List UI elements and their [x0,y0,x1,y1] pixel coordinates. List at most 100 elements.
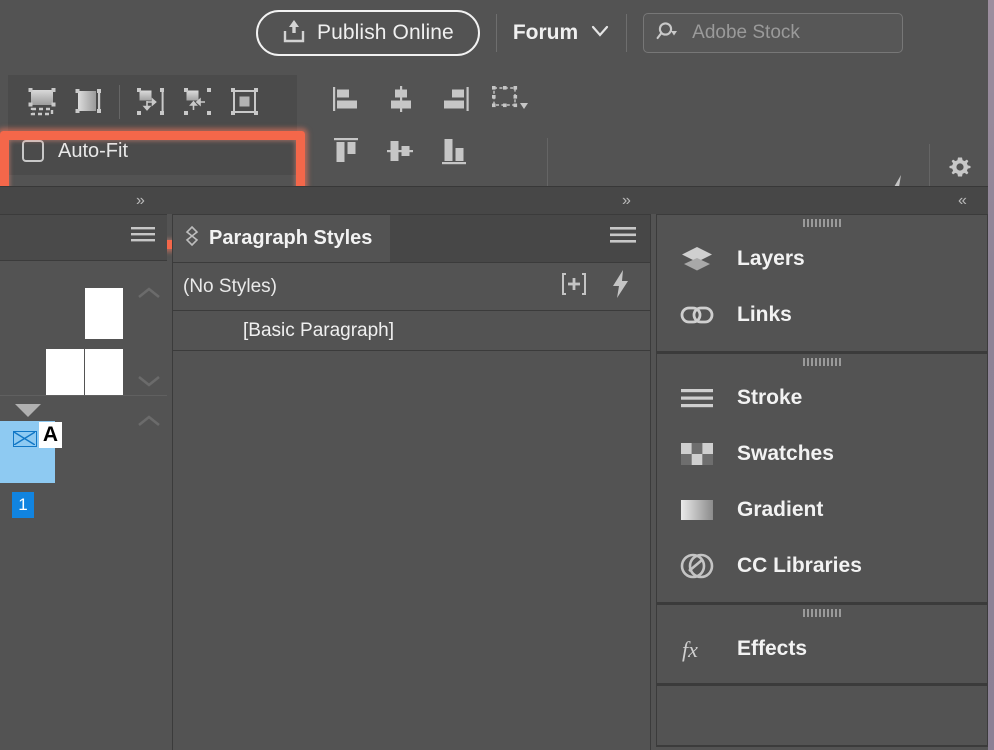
application-bar: Publish Online Forum Adobe Stock [0,0,994,66]
publish-upload-icon [282,18,306,49]
current-style-row: (No Styles) [173,263,650,311]
new-style-group-icon[interactable] [560,271,588,302]
scroll-up-chevron-icon[interactable] [136,283,162,306]
paragraph-style-label: [Basic Paragraph] [243,319,395,341]
paragraph-styles-panel: Paragraph Styles (No Styles) [Basic Para… [172,214,651,750]
fx-effects-icon: fx [679,635,715,663]
search-icon [656,21,682,46]
master-label-badge: A [39,422,62,448]
svg-text:fx: fx [682,637,698,662]
dock-group-layers: Layers Links [656,214,988,353]
dock-item-swatches-label: Swatches [737,442,834,465]
adobe-stock-search-input[interactable]: Adobe Stock [643,13,904,53]
dock-item-layers-label: Layers [737,247,805,270]
cc-libraries-icon [679,551,715,581]
center-content-icon[interactable] [221,80,268,124]
quick-apply-lightning-icon[interactable] [610,269,632,304]
align-vertical-centers-icon[interactable] [374,128,428,174]
paragraph-styles-tabbar-filler [390,215,650,262]
current-style-actions [560,269,650,304]
align-right-edges-icon[interactable] [428,76,482,122]
document-pages-section: A 1 [0,396,167,750]
frame-fitting-buttons [8,75,297,129]
pages-panel-header [0,215,167,261]
dock-grip[interactable] [657,215,987,231]
grip-dots-icon [803,358,841,366]
paragraph-styles-tabbar: Paragraph Styles [173,215,650,263]
scroll-down-chevron-icon[interactable] [136,371,162,394]
forum-label: Forum [512,21,579,44]
master-page-thumbnail-single[interactable] [85,288,123,339]
swatches-grid-icon [679,442,715,466]
auto-fit-checkbox[interactable] [22,140,44,162]
current-style-label: (No Styles) [183,275,277,297]
publish-online-button[interactable]: Publish Online [256,10,480,56]
align-bottom-edges-icon[interactable] [428,128,482,174]
panel-collapse-strip: » » « [0,186,994,214]
chevron-down-icon [590,24,610,43]
gradient-icon [679,499,715,521]
tab-paragraph-styles[interactable]: Paragraph Styles [173,215,391,262]
pages-section-triangle-icon [15,404,41,417]
align-vertical-row [320,128,536,174]
page-thumbnail-1[interactable]: A [0,421,62,483]
alignment-buttons-group [320,76,536,174]
dock-item-links-label: Links [737,303,792,326]
align-horizontal-centers-icon[interactable] [374,76,428,122]
dock-item-gradient[interactable]: Gradient [657,482,987,538]
fit-content-to-frame-icon[interactable] [174,80,221,124]
dock-item-links[interactable]: Links [657,287,987,343]
grip-dots-icon [803,609,841,617]
panel-diamond-icon [185,225,199,252]
forum-menu[interactable]: Forum [513,21,610,45]
fit-frame-to-content-icon[interactable] [127,80,174,124]
links-chain-icon [679,303,715,327]
dock-item-layers[interactable]: Layers [657,231,987,287]
align-top-edges-icon[interactable] [320,128,374,174]
right-dock: Layers Links Stroke Swatches Gradient CC… [656,214,988,750]
dock-grip[interactable] [657,605,987,621]
dock-item-swatches[interactable]: Swatches [657,426,987,482]
dock-grip[interactable] [657,354,987,370]
fit-content-proportionally-icon[interactable] [18,80,65,124]
dock-item-cc-libraries-label: CC Libraries [737,554,862,577]
dock-item-effects-label: Effects [737,637,808,660]
dock-group-effects: fx Effects [656,604,988,685]
pages-scroll-up-chevron-icon[interactable] [136,411,162,434]
page-image-frame-marker-icon [13,431,37,447]
workspace-right-edge [988,0,994,750]
frame-fitting-group: Auto-Fit [8,75,297,175]
tab-paragraph-styles-label: Paragraph Styles [209,227,373,249]
dock-item-effects[interactable]: fx Effects [657,621,987,677]
paragraph-style-row-basic[interactable]: [Basic Paragraph] [173,311,650,351]
master-pages-section [0,261,167,396]
dock-item-stroke-label: Stroke [737,386,803,409]
align-left-edges-icon[interactable] [320,76,374,122]
left-panel-expand-chevron[interactable]: » [136,191,145,211]
grip-dots-icon [803,219,841,227]
page-number-badge[interactable]: 1 [12,492,34,518]
stroke-lines-icon [679,385,715,411]
dock-item-gradient-label: Gradient [737,498,824,521]
fill-frame-proportionally-icon[interactable] [65,80,112,124]
center-panel-expand-chevron[interactable]: » [622,191,631,211]
indesign-window: Publish Online Forum Adobe Stock Auto-Fi… [0,0,994,750]
align-to-selection-icon[interactable] [482,76,536,122]
dock-item-cc-libraries[interactable]: CC Libraries [657,538,987,594]
hamburger-menu-icon[interactable] [610,226,636,251]
right-dock-collapse-chevron[interactable]: « [958,191,967,211]
appbar-divider-2 [626,14,628,52]
master-spread-thumbnail-left[interactable] [46,349,84,395]
pages-panel: A 1 [0,214,167,750]
dock-group-empty [656,685,988,747]
appbar-divider-1 [495,14,497,52]
publish-online-label: Publish Online [317,21,454,44]
dock-item-stroke[interactable]: Stroke [657,370,987,426]
hamburger-menu-icon[interactable] [131,226,155,249]
fit-group-divider [119,85,120,119]
auto-fit-row: Auto-Fit [8,129,297,173]
master-spread-thumbnail-right[interactable] [85,349,123,395]
align-horizontal-row [320,76,536,122]
gear-icon[interactable] [944,151,976,183]
auto-fit-label: Auto-Fit [58,139,129,162]
